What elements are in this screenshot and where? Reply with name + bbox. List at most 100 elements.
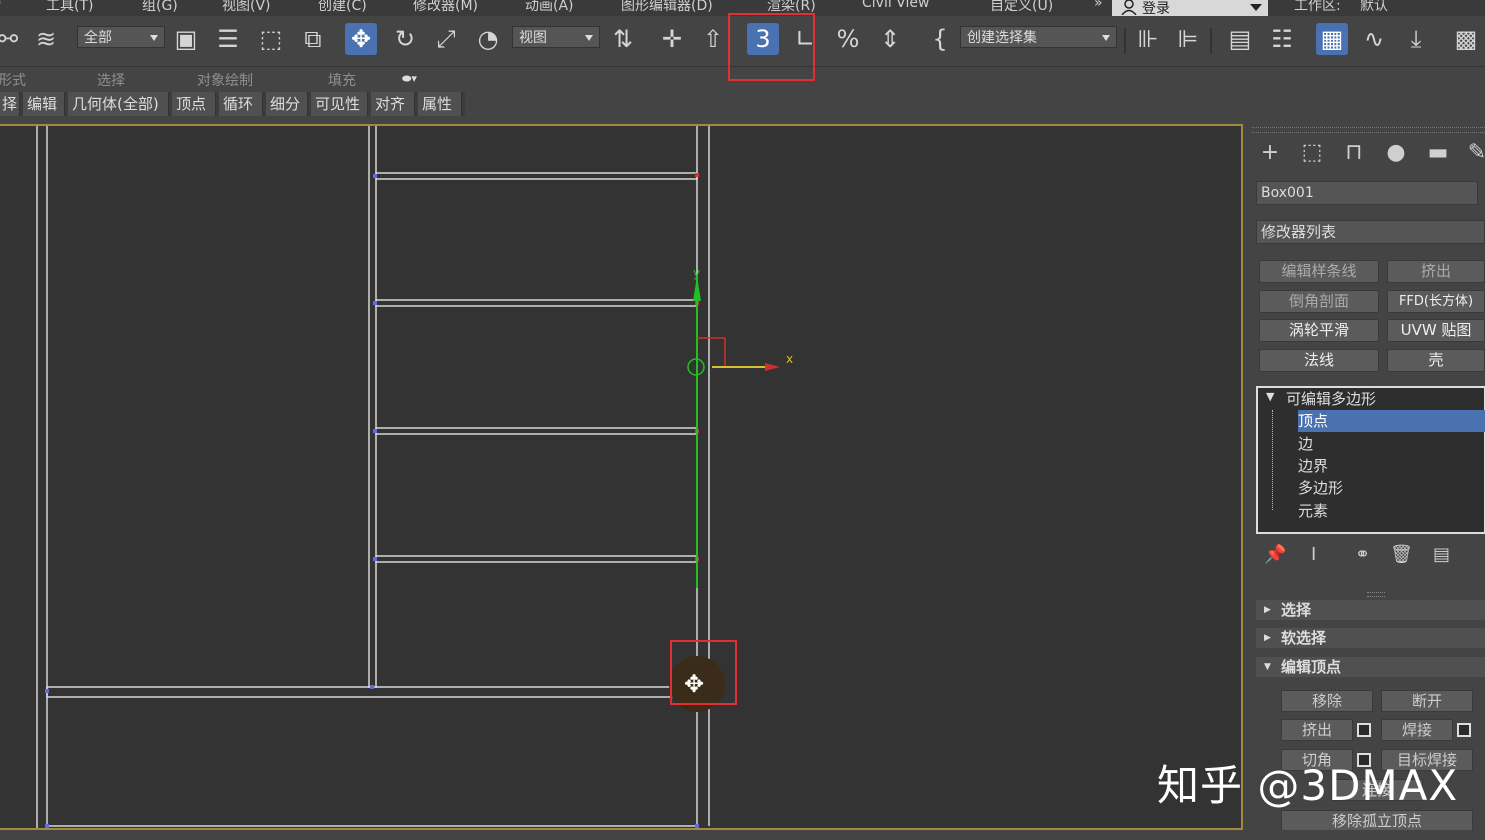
snaps-highlight-frame	[728, 13, 815, 81]
menu-fragment: )	[0, 0, 1, 11]
ribbon-panel-geometry-all[interactable]: 几何体(全部)	[68, 92, 169, 116]
ribbon-tab-selection[interactable]: 选择	[97, 70, 125, 90]
status-strip	[0, 830, 1485, 840]
display-tab-icon[interactable]: ▬	[1423, 138, 1453, 168]
extrude-button[interactable]: 挤出	[1281, 719, 1353, 741]
reference-coordinate-dropdown[interactable]: 视图	[512, 26, 600, 48]
rollout-soft-selection[interactable]: ▶ 软选择	[1256, 628, 1485, 648]
menu-modifiers[interactable]: 修改器(M)	[413, 0, 478, 15]
menu-tools[interactable]: 工具(T)	[46, 0, 93, 15]
modifier-ffd-box-button[interactable]: FFD(长方体)	[1387, 290, 1485, 313]
remove-button[interactable]: 移除	[1281, 690, 1373, 712]
select-manipulate-icon[interactable]: ✛	[656, 23, 688, 55]
rectangular-region-icon[interactable]: ⬚	[255, 23, 287, 55]
extrude-settings-button[interactable]	[1357, 723, 1371, 737]
menu-group[interactable]: 组(G)	[142, 0, 178, 15]
stack-item-polygon[interactable]: 多边形	[1298, 477, 1343, 498]
named-selection-dropdown[interactable]: 创建选择集	[960, 26, 1117, 48]
percent-snap-icon[interactable]: %	[832, 23, 864, 55]
modifier-stack[interactable]: ▼ 可编辑多边形 顶点 边 边界 多边形 元素	[1256, 386, 1485, 534]
pin-stack-icon[interactable]: 📌	[1264, 544, 1286, 565]
expand-triangle-icon[interactable]: ▼	[1266, 390, 1274, 403]
modifier-shell-button[interactable]: 壳	[1387, 349, 1485, 372]
bind-space-warp-icon[interactable]: ≋	[30, 23, 62, 55]
pivot-center-icon[interactable]: ⇅	[607, 23, 639, 55]
user-icon	[1121, 0, 1137, 15]
ribbon-panel-select[interactable]: 择	[0, 92, 20, 116]
object-name-field[interactable]: Box001	[1256, 181, 1478, 205]
material-editor-icon[interactable]: ▩	[1450, 23, 1482, 55]
modifier-extrude-button[interactable]: 挤出	[1387, 260, 1485, 283]
stack-item-vertex[interactable]: 顶点	[1298, 410, 1328, 431]
select-and-rotate-icon[interactable]: ↻	[389, 23, 421, 55]
ribbon-panel-visibility[interactable]: 可见性	[311, 92, 368, 116]
make-unique-icon[interactable]: ⚭	[1355, 544, 1370, 565]
stack-base-object[interactable]: 可编辑多边形	[1286, 388, 1376, 409]
scene-explorer-icon[interactable]: ▦	[1316, 23, 1348, 55]
ribbon-tab-populate[interactable]: 填充	[328, 70, 356, 90]
select-and-scale-icon[interactable]: ⤢	[430, 23, 462, 55]
ribbon-panel-loops[interactable]: 循环	[219, 92, 263, 116]
motion-tab-icon[interactable]: ●	[1381, 138, 1411, 168]
schematic-view-icon[interactable]: ⤓	[1400, 23, 1432, 55]
layer-explorer-icon[interactable]: ▤	[1224, 23, 1256, 55]
select-and-place-icon[interactable]: ◔	[472, 23, 504, 55]
modifier-edit-spline-button[interactable]: 编辑样条线	[1259, 260, 1379, 283]
login-dropdown[interactable]: 登录	[1112, 0, 1268, 16]
gizmo-x-label: x	[786, 352, 794, 366]
show-end-result-icon[interactable]: Ⅰ	[1311, 544, 1316, 565]
create-tab-icon[interactable]: +	[1255, 138, 1285, 168]
weld-settings-button[interactable]	[1457, 723, 1471, 737]
viewport[interactable]: x y ✥	[0, 124, 1243, 830]
remove-modifier-icon[interactable]: 🗑	[1390, 544, 1413, 565]
menu-customize[interactable]: 自定义(U)	[990, 0, 1053, 15]
keyboard-shortcut-toggle-icon[interactable]: ⇧	[697, 23, 729, 55]
modifier-turbosmooth-button[interactable]: 涡轮平滑	[1259, 319, 1379, 342]
ribbon-panel-subdivision[interactable]: 细分	[266, 92, 308, 116]
stack-item-edge[interactable]: 边	[1298, 433, 1313, 454]
hierarchy-tab-icon[interactable]: ⊓	[1339, 138, 1369, 168]
break-button[interactable]: 断开	[1381, 690, 1473, 712]
menu-views[interactable]: 视图(V)	[222, 0, 271, 15]
configure-modifier-sets-icon[interactable]: ▤	[1433, 544, 1450, 565]
weld-button[interactable]: 焊接	[1381, 719, 1453, 741]
stack-item-border[interactable]: 边界	[1298, 455, 1328, 476]
ribbon-panel-properties[interactable]: 属性	[418, 92, 462, 116]
modifier-uvw-map-button[interactable]: UVW 贴图	[1387, 319, 1485, 342]
workspace-value[interactable]: 默认	[1360, 0, 1388, 15]
select-object-icon[interactable]: ▣	[170, 23, 202, 55]
expand-triangle-icon: ▶	[1264, 605, 1271, 615]
modifier-list-dropdown[interactable]: 修改器列表	[1256, 220, 1485, 244]
ribbon-options-icon[interactable]: ⬬▾	[402, 72, 417, 86]
gizmo-y-label: y	[693, 266, 701, 280]
selection-filter-dropdown[interactable]: 全部	[77, 26, 165, 48]
align-icon[interactable]: ⊫	[1172, 23, 1204, 55]
ribbon-panel-align[interactable]: 对齐	[371, 92, 415, 116]
unlink-icon[interactable]: ⚯	[0, 23, 24, 55]
menu-animation[interactable]: 动画(A)	[525, 0, 574, 15]
utilities-tab-icon[interactable]: ✎	[1462, 138, 1485, 168]
ribbon-tab-object-paint[interactable]: 对象绘制	[197, 70, 253, 90]
menu-civil-view[interactable]: Civil View	[862, 0, 929, 11]
ribbon-panel-vertices[interactable]: 顶点	[172, 92, 216, 116]
ribbon-panel-edit[interactable]: 编辑	[23, 92, 65, 116]
select-and-move-icon[interactable]: ✥	[345, 23, 377, 55]
menu-create[interactable]: 创建(C)	[318, 0, 367, 15]
spinner-snap-icon[interactable]: ⇕	[874, 23, 906, 55]
select-by-name-icon[interactable]: ☰	[212, 23, 244, 55]
modify-tab-icon[interactable]: ⬚	[1297, 138, 1327, 168]
rollout-edit-vertices[interactable]: ▼ 编辑顶点	[1256, 657, 1485, 677]
stack-item-element[interactable]: 元素	[1298, 500, 1328, 521]
menu-more-icon[interactable]: »	[1094, 0, 1103, 11]
modifier-normal-button[interactable]: 法线	[1259, 349, 1379, 372]
modifier-bevel-profile-button[interactable]: 倒角剖面	[1259, 290, 1379, 313]
ribbon-tab-modeling[interactable]: 形式	[0, 70, 26, 90]
curve-editor-icon[interactable]: ∿	[1358, 23, 1390, 55]
edit-named-selection-icon[interactable]: {	[924, 23, 956, 55]
remove-isolated-vertices-button[interactable]: 移除孤立顶点	[1281, 810, 1473, 832]
mirror-icon[interactable]: ⊪	[1132, 23, 1164, 55]
toggle-ribbon-icon[interactable]: ☷	[1266, 23, 1298, 55]
window-crossing-icon[interactable]: ⧉	[297, 23, 329, 55]
menu-graph-editors[interactable]: 图形编辑器(D)	[621, 0, 713, 15]
rollout-selection[interactable]: ▶ 选择	[1256, 600, 1485, 620]
